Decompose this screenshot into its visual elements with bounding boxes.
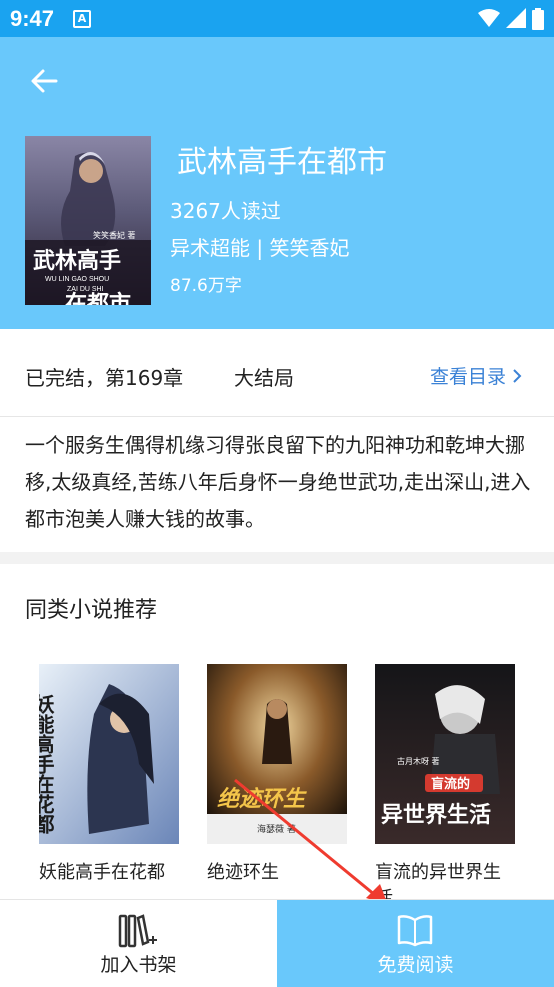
free-read-label: 免费阅读 xyxy=(377,954,454,976)
open-book-icon xyxy=(397,915,433,947)
free-read-button[interactable]: 免费阅读 xyxy=(277,900,554,987)
add-to-shelf-label: 加入书架 xyxy=(100,954,177,976)
bottom-action-bar: 加入书架 免费阅读 xyxy=(0,899,554,987)
add-to-shelf-button[interactable]: 加入书架 xyxy=(0,900,277,987)
annotation-arrow xyxy=(234,778,388,905)
bookshelf-add-icon xyxy=(118,914,157,948)
